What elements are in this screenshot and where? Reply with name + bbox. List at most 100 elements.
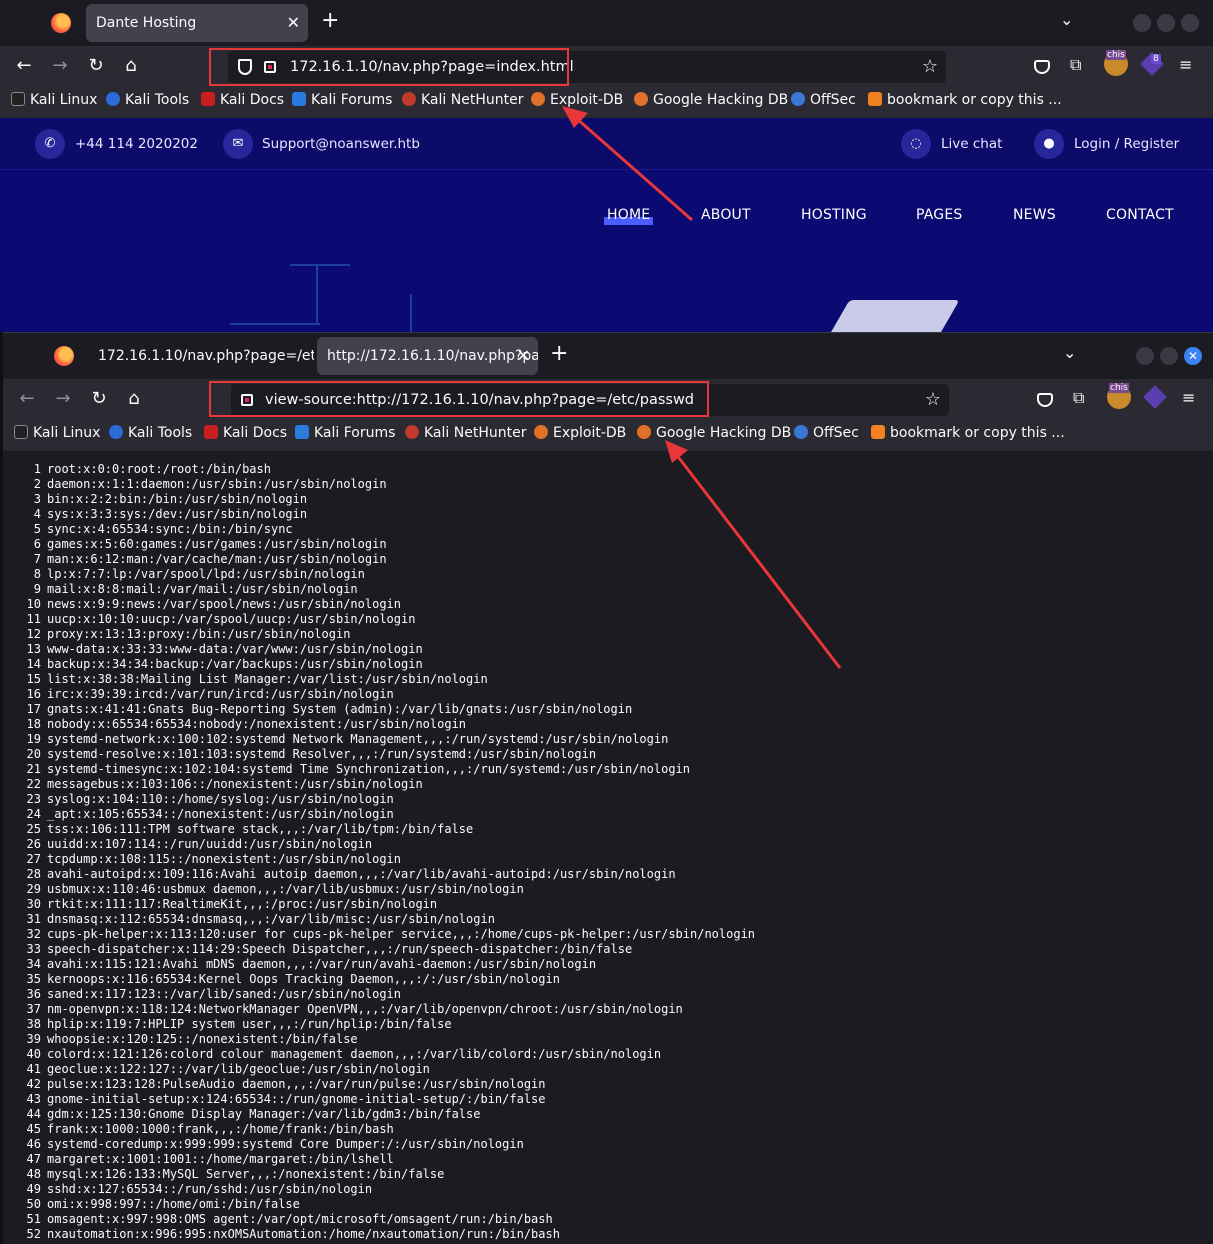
close-window-button[interactable]	[1181, 14, 1199, 32]
menu-about[interactable]: ABOUT	[701, 207, 751, 223]
shield-icon[interactable]	[238, 59, 252, 75]
mail-icon: ✉	[223, 129, 253, 159]
insecure-lock-icon[interactable]	[264, 61, 276, 73]
chis-extension-icon[interactable]: chis	[1107, 383, 1131, 409]
bookmark-kali-forums[interactable]: Kali Forums	[295, 425, 395, 441]
line-number: 46	[26, 1137, 41, 1151]
bookmark-google-hacking-db[interactable]: Google Hacking DB	[634, 92, 788, 108]
tab-view-source[interactable]: http://172.16.1.10/nav.php?pa ✕	[317, 337, 538, 375]
source-line: 36 saned:x:117:123::/var/lib/saned:/usr/s…	[3, 987, 401, 1002]
line-number: 7	[33, 552, 41, 566]
bookmark-exploit-db[interactable]: Exploit-DB	[531, 92, 623, 108]
new-tab-button[interactable]: +	[550, 341, 568, 366]
list-tabs-chevron-icon[interactable]: ⌄	[1060, 10, 1073, 29]
forward-arrow-icon[interactable]: →	[48, 55, 72, 76]
line-text: speech-dispatcher:x:114:29:Speech Dispat…	[47, 942, 633, 956]
login-register-link[interactable]: Login / Register	[1074, 136, 1179, 152]
menu-news[interactable]: NEWS	[1013, 207, 1056, 223]
source-line: 23 syslog:x:104:110::/home/syslog:/usr/sb…	[3, 792, 394, 807]
bookmark-kali-linux[interactable]: Kali Linux	[14, 425, 100, 441]
line-text: geoclue:x:122:127::/var/lib/geoclue:/usr…	[47, 1062, 430, 1076]
menu-contact[interactable]: CONTACT	[1106, 207, 1174, 223]
circuit-decoration	[290, 264, 350, 266]
home-icon[interactable]: ⌂	[119, 55, 143, 76]
home-icon[interactable]: ⌂	[122, 388, 146, 409]
line-text: mail:x:8:8:mail:/var/mail:/usr/sbin/nolo…	[47, 582, 358, 596]
url-text[interactable]: 172.16.1.10/nav.php?page=index.html	[290, 51, 574, 83]
line-text: gnome-initial-setup:x:124:65534::/run/gn…	[47, 1092, 546, 1106]
list-tabs-chevron-icon[interactable]: ⌄	[1063, 343, 1076, 362]
reload-icon[interactable]: ↻	[84, 55, 108, 76]
new-tab-button[interactable]: +	[321, 8, 339, 33]
bookmark-copy-this[interactable]: bookmark or copy this ...	[871, 425, 1065, 441]
pocket-icon[interactable]	[1034, 60, 1050, 74]
maximize-button[interactable]	[1157, 14, 1175, 32]
chis-extension-icon[interactable]: chis	[1104, 50, 1128, 76]
firefox-icon[interactable]	[54, 346, 74, 366]
phone-number[interactable]: +44 114 2020202	[75, 136, 198, 152]
line-number: 32	[26, 927, 41, 941]
extensions-icon[interactable]: ⧉	[1073, 388, 1084, 408]
bookmark-kali-linux[interactable]: Kali Linux	[11, 92, 97, 108]
line-text: whoopsie:x:120:125::/nonexistent:/bin/fa…	[47, 1032, 358, 1046]
bookmark-kali-docs[interactable]: Kali Docs	[201, 92, 284, 108]
tab-close-icon[interactable]: ✕	[517, 337, 530, 375]
tab-close-icon[interactable]: ✕	[287, 4, 300, 42]
line-number: 51	[26, 1212, 41, 1226]
minimize-button[interactable]	[1136, 347, 1154, 365]
line-number: 22	[26, 777, 41, 791]
minimize-button[interactable]	[1133, 14, 1151, 32]
bookmarks-toolbar: Kali Linux Kali Tools Kali Docs Kali For…	[3, 421, 1213, 451]
bookmark-kali-nethunter[interactable]: Kali NetHunter	[405, 425, 526, 441]
extensions-icon[interactable]: ⧉	[1070, 55, 1081, 75]
url-text[interactable]: view-source:http://172.16.1.10/nav.php?p…	[265, 384, 694, 416]
line-text: games:x:5:60:games:/usr/games:/usr/sbin/…	[47, 537, 387, 551]
bookmark-star-icon[interactable]: ☆	[922, 51, 938, 83]
bookmark-offsec[interactable]: OffSec	[794, 425, 859, 441]
line-text: messagebus:x:103:106::/nonexistent:/usr/…	[47, 777, 423, 791]
forward-arrow-icon[interactable]: →	[51, 388, 75, 409]
line-number: 34	[26, 957, 41, 971]
bookmark-kali-tools[interactable]: Kali Tools	[106, 92, 189, 108]
line-text: nobody:x:65534:65534:nobody:/nonexistent…	[47, 717, 467, 731]
bookmark-google-hacking-db[interactable]: Google Hacking DB	[637, 425, 791, 441]
bookmark-exploit-db[interactable]: Exploit-DB	[534, 425, 626, 441]
menu-home[interactable]: HOME	[603, 207, 654, 225]
back-arrow-icon[interactable]: ←	[15, 388, 39, 409]
bookmark-star-icon[interactable]: ☆	[925, 384, 941, 416]
bookmark-kali-tools[interactable]: Kali Tools	[109, 425, 192, 441]
line-number: 11	[26, 612, 41, 626]
url-bar[interactable]: view-source:http://172.16.1.10/nav.php?p…	[231, 384, 949, 416]
reload-icon[interactable]: ↻	[87, 388, 111, 409]
line-text: sshd:x:127:65534::/run/sshd:/usr/sbin/no…	[47, 1182, 373, 1196]
insecure-lock-icon[interactable]	[241, 394, 253, 406]
support-email[interactable]: Support@noanswer.htb	[262, 136, 420, 152]
bookmark-folder-icon	[871, 425, 885, 439]
bookmark-kali-nethunter[interactable]: Kali NetHunter	[402, 92, 523, 108]
bookmark-offsec[interactable]: OffSec	[791, 92, 856, 108]
bookmark-kali-docs[interactable]: Kali Docs	[204, 425, 287, 441]
firefox-icon[interactable]	[51, 13, 71, 33]
maximize-button[interactable]	[1160, 347, 1178, 365]
url-bar[interactable]: 172.16.1.10/nav.php?page=index.html ☆	[228, 51, 946, 83]
menu-hamburger-icon[interactable]: ≡	[1182, 388, 1195, 407]
source-line: 44 gdm:x:125:130:Gnome Display Manager:/v…	[3, 1107, 481, 1122]
close-window-button[interactable]: ✕	[1184, 347, 1202, 365]
line-number: 18	[26, 717, 41, 731]
tab-dante-hosting[interactable]: Dante Hosting ✕	[86, 4, 308, 42]
menu-pages[interactable]: PAGES	[916, 207, 962, 223]
tab-title: Dante Hosting	[96, 15, 197, 31]
line-number: 5	[33, 522, 41, 536]
bookmark-copy-this[interactable]: bookmark or copy this ...	[868, 92, 1062, 108]
line-number: 21	[26, 762, 41, 776]
menu-hosting[interactable]: HOSTING	[801, 207, 867, 223]
line-number: 6	[33, 537, 41, 551]
wappalyzer-extension-icon[interactable]	[1143, 385, 1167, 409]
back-arrow-icon[interactable]: ←	[12, 55, 36, 76]
live-chat-link[interactable]: Live chat	[941, 136, 1002, 152]
bookmark-kali-forums[interactable]: Kali Forums	[292, 92, 392, 108]
tab-etc-passwd[interactable]: 172.16.1.10/nav.php?page=/et	[88, 337, 314, 375]
source-line: 18 nobody:x:65534:65534:nobody:/nonexiste…	[3, 717, 466, 732]
menu-hamburger-icon[interactable]: ≡	[1179, 55, 1192, 74]
pocket-icon[interactable]	[1037, 393, 1053, 407]
